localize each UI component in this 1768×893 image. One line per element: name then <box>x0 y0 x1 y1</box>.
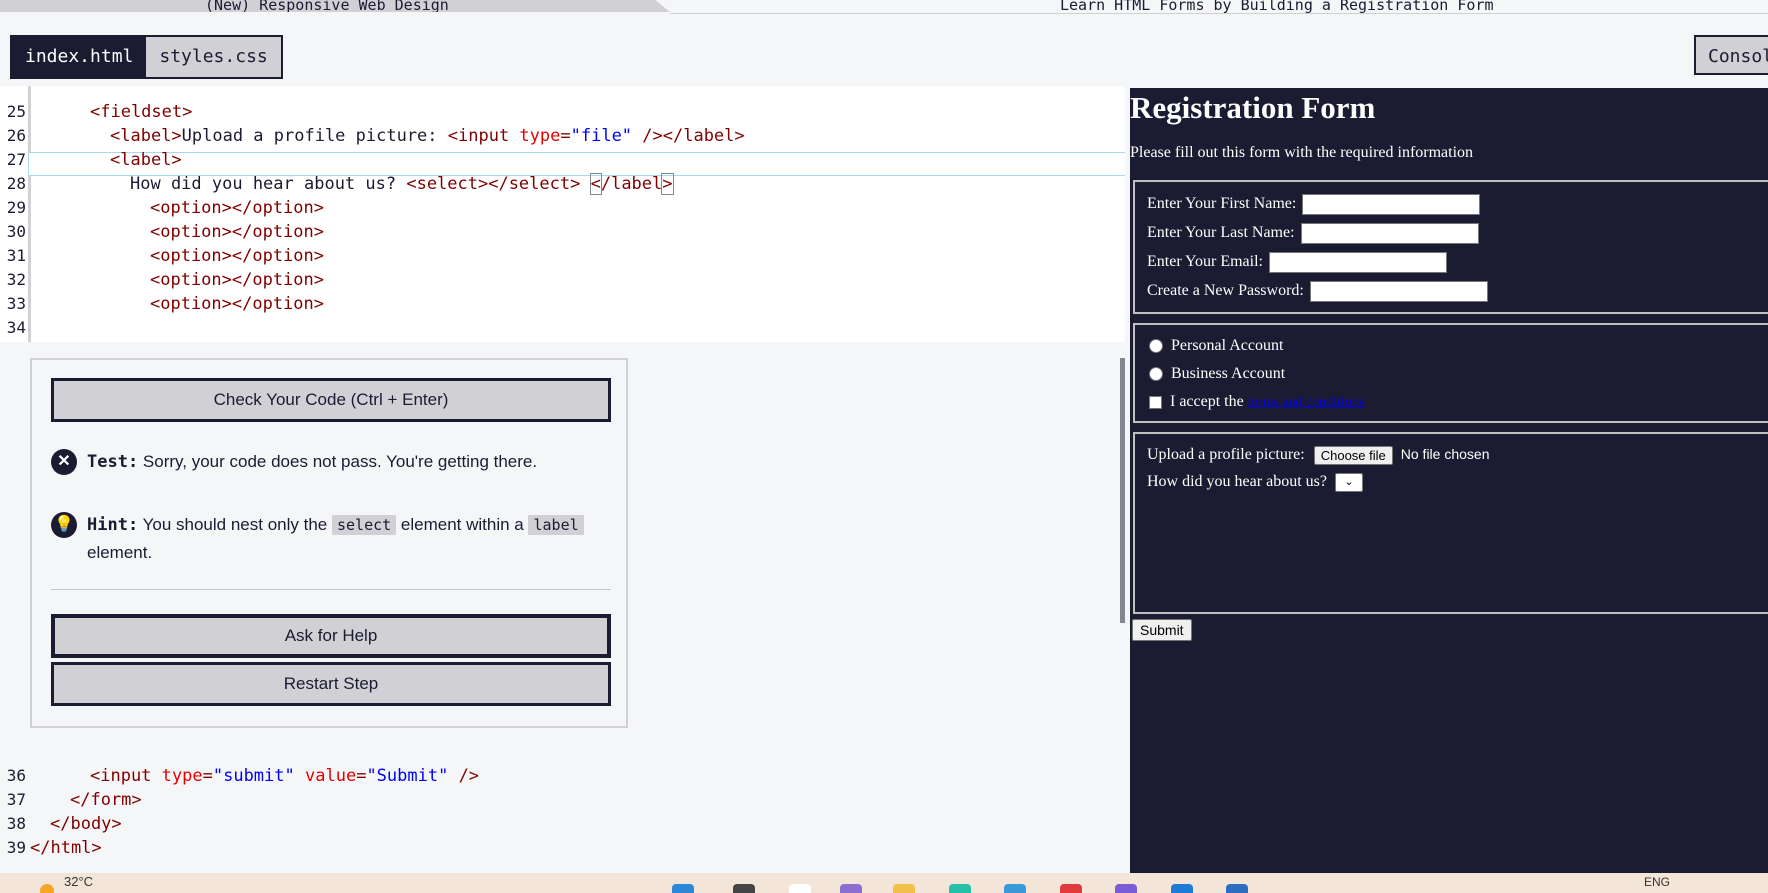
chrome-icon[interactable] <box>1060 884 1082 893</box>
edge-icon[interactable] <box>949 884 971 893</box>
code-editor[interactable]: 25 <fieldset> 26 <label>Upload a profile p… <box>0 86 1125 342</box>
tab-console[interactable]: Consol <box>1694 35 1768 75</box>
code-line: 25 <fieldset> <box>6 102 193 122</box>
hear-about-label: How did you hear about us? <box>1147 473 1327 491</box>
app-icon[interactable] <box>1226 884 1248 893</box>
tab-index-html[interactable]: index.html <box>12 37 147 77</box>
instructions-panel: Check Your Code (Ctrl + Enter) ✕ Test: S… <box>30 358 628 728</box>
hint-code-select: select <box>331 515 397 535</box>
search-icon[interactable] <box>733 884 755 893</box>
weather-icon[interactable] <box>40 884 54 893</box>
code-line: 27 <label> <box>6 150 182 170</box>
test-text: Sorry, your code does not pass. You're g… <box>142 452 538 471</box>
restart-step-button[interactable]: Restart Step <box>51 662 611 706</box>
choose-file-button[interactable]: Choose file <box>1313 446 1393 465</box>
business-account-radio[interactable] <box>1149 367 1163 382</box>
first-name-input[interactable] <box>1302 194 1481 215</box>
panel-divider <box>51 589 611 590</box>
breadcrumb-course[interactable]: (New) Responsive Web Design <box>0 0 670 12</box>
business-account-row: Business Account <box>1147 365 1285 383</box>
submit-button[interactable]: Submit <box>1132 619 1192 641</box>
terms-row: I accept the terms and conditions <box>1147 393 1364 411</box>
file-explorer-icon[interactable] <box>893 884 915 893</box>
terms-checkbox[interactable] <box>1149 395 1162 409</box>
fieldset-profile: Upload a profile picture: Choose file No… <box>1133 432 1768 614</box>
terms-link[interactable]: terms and conditions <box>1248 395 1365 410</box>
code-editor-bottom[interactable]: 36 <input type="submit" value="Submit" />… <box>0 740 1125 858</box>
hear-about-row: How did you hear about us? ⌄ <box>1147 473 1363 492</box>
preview-title: Registration Form <box>1130 90 1376 125</box>
code-line: 37 </form> <box>6 790 142 810</box>
hear-about-select[interactable]: ⌄ <box>1334 473 1363 492</box>
email-label: Enter Your Email: <box>1147 253 1263 271</box>
last-name-label: Enter Your Last Name: <box>1147 224 1295 242</box>
mail-icon[interactable] <box>1171 884 1193 893</box>
language-indicator[interactable]: ENG <box>1644 875 1670 889</box>
lightbulb-icon: 💡 <box>51 512 77 538</box>
first-name-row: Enter Your First Name: <box>1147 194 1481 215</box>
password-label: Create a New Password: <box>1147 282 1304 300</box>
code-line: 35</fieldset> <box>0 316 41 340</box>
code-line-active: 28 How did you hear about us? <select></s… <box>6 173 674 195</box>
breadcrumb-project-label[interactable]: Learn HTML Forms by Building a Registrat… <box>1060 0 1493 14</box>
tab-styles-css[interactable]: styles.css <box>146 37 280 77</box>
code-line: 36 <input type="submit" value="Submit" /> <box>6 766 480 786</box>
hint-label: Hint: <box>87 515 139 535</box>
code-line: 34 <box>6 318 26 337</box>
close-icon: ✕ <box>51 449 77 475</box>
email-row: Enter Your Email: <box>1147 252 1447 273</box>
code-line: 30 <option></option> <box>6 222 324 242</box>
breadcrumb: (New) Responsive Web Design Learn HTML F… <box>0 0 1768 14</box>
personal-account-row: Personal Account <box>1147 337 1283 355</box>
vscode-icon[interactable] <box>1115 884 1137 893</box>
os-taskbar: 32°C ENG <box>0 873 1768 893</box>
password-input[interactable] <box>1309 281 1488 302</box>
check-code-button[interactable]: Check Your Code (Ctrl + Enter) <box>51 378 611 422</box>
preview-pane: Registration Form Please fill out this f… <box>1130 88 1768 873</box>
hint-text-3: element. <box>87 543 153 562</box>
chevron-down-icon: ⌄ <box>1344 476 1354 488</box>
personal-account-radio[interactable] <box>1149 339 1163 354</box>
hint-code-label: label <box>528 515 584 535</box>
personal-account-label: Personal Account <box>1171 337 1284 354</box>
business-account-label: Business Account <box>1171 365 1286 382</box>
fieldset-personal-info: Enter Your First Name: Enter Your Last N… <box>1133 180 1768 314</box>
hint-text-2: element within a <box>400 515 524 534</box>
hint-text-1: You should nest only the <box>142 515 328 534</box>
breadcrumb-course-label: (New) Responsive Web Design <box>205 0 449 14</box>
test-label: Test: <box>87 452 139 472</box>
code-line: 33 <option></option> <box>6 294 324 314</box>
windows-start-icon[interactable] <box>672 884 694 893</box>
last-name-row: Enter Your Last Name: <box>1147 223 1479 244</box>
upload-row: Upload a profile picture: Choose file No… <box>1147 446 1489 465</box>
pane-splitter[interactable] <box>1120 358 1125 623</box>
upload-label: Upload a profile picture: <box>1147 446 1305 464</box>
breadcrumb-divider <box>670 13 1768 14</box>
first-name-label: Enter Your First Name: <box>1147 195 1297 213</box>
code-line: 32 <option></option> <box>6 270 324 290</box>
accept-label: I accept the <box>1170 393 1244 410</box>
code-line: 39 </html> <box>6 838 102 858</box>
no-file-chosen-text: No file chosen <box>1400 446 1490 463</box>
code-line: 29 <option></option> <box>6 198 324 218</box>
code-line: 26 <label>Upload a profile picture: <inpu… <box>6 126 745 146</box>
password-row: Create a New Password: <box>1147 281 1488 302</box>
file-tabs: index.html styles.css <box>10 35 283 79</box>
weather-temperature[interactable]: 32°C <box>64 874 93 889</box>
ask-for-help-button[interactable]: Ask for Help <box>51 614 611 658</box>
code-line: 31 <option></option> <box>6 246 324 266</box>
code-line: 38 </body> <box>6 814 122 834</box>
fieldset-account-type: Personal Account Business Account I acce… <box>1133 323 1768 423</box>
email-input[interactable] <box>1269 252 1447 273</box>
last-name-input[interactable] <box>1300 223 1479 244</box>
task-view-icon[interactable] <box>789 884 811 893</box>
store-icon[interactable] <box>1004 884 1026 893</box>
teams-icon[interactable] <box>840 884 862 893</box>
preview-description: Please fill out this form with the requi… <box>1130 144 1474 161</box>
